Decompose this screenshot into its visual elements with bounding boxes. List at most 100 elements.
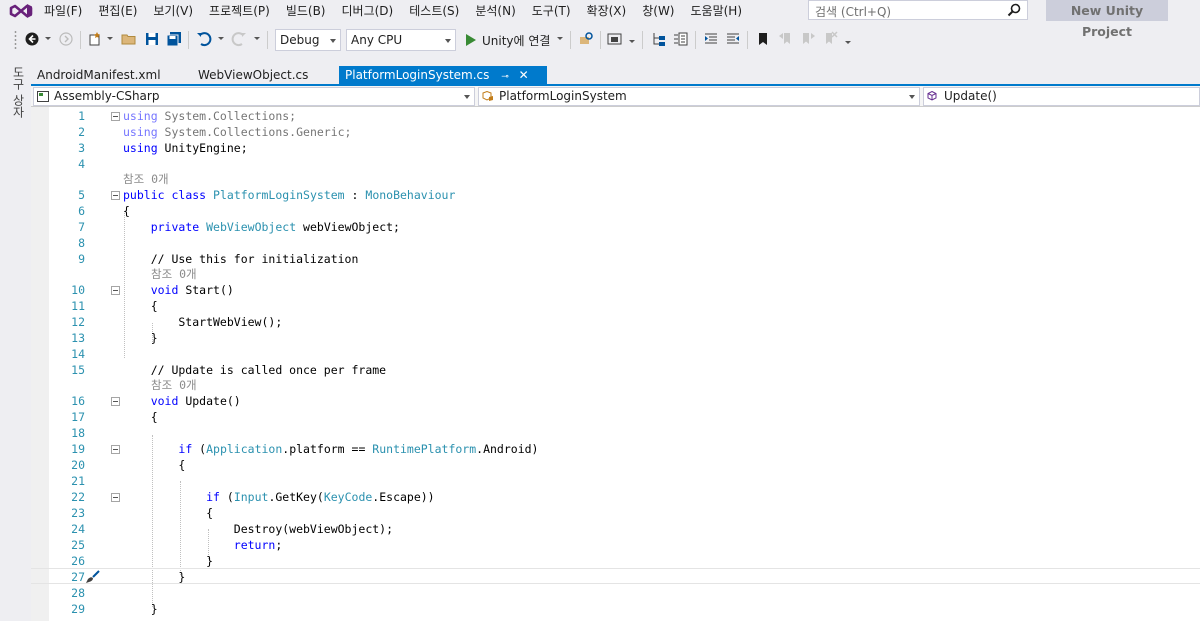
toolbar-separator xyxy=(695,31,696,49)
menu-view[interactable]: 보기(V) xyxy=(145,3,201,19)
code-line: 18 xyxy=(31,425,1200,441)
code-line: 14 xyxy=(31,346,1200,362)
menu-items: 파일(F) 편집(E) 보기(V) 프로젝트(P) 빌드(B) 디버그(D) 테… xyxy=(36,3,750,19)
menu-project[interactable]: 프로젝트(P) xyxy=(201,3,278,19)
collapse-icon[interactable] xyxy=(111,397,120,406)
codelens-references[interactable]: 참조 0개 xyxy=(31,171,1200,187)
toolbox-side-tab[interactable]: 도구 상자 xyxy=(10,66,27,118)
find-in-files-icon[interactable] xyxy=(577,30,595,48)
close-icon[interactable]: ✕ xyxy=(519,68,529,82)
toolbar-separator xyxy=(188,31,189,49)
attach-target-dropdown[interactable] xyxy=(557,37,563,40)
code-line: 13 } xyxy=(31,330,1200,346)
menu-help[interactable]: 도움말(H) xyxy=(683,3,751,19)
code-text: { xyxy=(123,410,158,424)
toolbar-separator xyxy=(642,31,643,49)
collapse-icon[interactable] xyxy=(111,286,120,295)
collapse-icon[interactable] xyxy=(111,191,120,200)
member-select[interactable]: Update() xyxy=(923,87,1200,106)
toolbar-separator xyxy=(267,31,268,49)
comment-lines-icon[interactable] xyxy=(702,30,720,48)
browser-link-icon[interactable] xyxy=(606,30,624,48)
code-text: if (Input.GetKey(KeyCode.Escape)) xyxy=(206,490,435,504)
code-editor[interactable]: 1 using System.Collections; 2 using Syst… xyxy=(31,107,1200,621)
project-select[interactable]: Assembly-CSharp xyxy=(33,87,475,106)
codelens-references[interactable]: 참조 0개 xyxy=(31,266,1200,282)
bookmark-icon[interactable] xyxy=(754,30,772,48)
clear-bookmarks-icon[interactable] xyxy=(821,30,839,48)
redo-icon[interactable] xyxy=(230,30,248,48)
new-project-icon[interactable] xyxy=(86,30,104,48)
code-text: using System.Collections.Generic; xyxy=(123,125,352,139)
document-outline-icon[interactable] xyxy=(672,30,690,48)
menu-test[interactable]: 테스트(S) xyxy=(401,3,467,19)
undo-icon[interactable] xyxy=(195,30,213,48)
line-number: 18 xyxy=(71,426,85,440)
search-icon xyxy=(1007,3,1021,17)
menu-tools[interactable]: 도구(T) xyxy=(524,3,579,19)
visual-studio-logo-icon[interactable] xyxy=(8,1,34,21)
line-number: 14 xyxy=(71,347,85,361)
previous-bookmark-icon[interactable] xyxy=(777,30,795,48)
undo-dropdown[interactable] xyxy=(218,37,224,40)
solution-configuration-value: Debug xyxy=(280,33,320,47)
redo-dropdown[interactable] xyxy=(254,37,260,40)
code-text: private WebViewObject webViewObject; xyxy=(150,220,400,234)
standard-toolbar: Debug Any CPU Unity에 연결 xyxy=(0,27,1200,53)
collapse-icon[interactable] xyxy=(111,445,120,454)
class-view-icon[interactable] xyxy=(650,30,668,48)
code-text: } xyxy=(123,602,158,616)
tab-label: WebViewObject.cs xyxy=(198,68,309,82)
csharp-project-icon xyxy=(37,91,49,102)
line-number: 19 xyxy=(71,442,85,456)
menu-window[interactable]: 창(W) xyxy=(634,3,682,19)
tab-webviewobject[interactable]: WebViewObject.cs xyxy=(192,66,314,85)
menu-build[interactable]: 빌드(B) xyxy=(278,3,334,19)
browser-link-dropdown[interactable] xyxy=(629,40,635,43)
code-line: 15 // Update is called once per frame xyxy=(31,362,1200,378)
solution-platform-select[interactable]: Any CPU xyxy=(346,29,456,51)
line-number: 26 xyxy=(71,554,85,568)
code-line: 9 // Use this for initialization xyxy=(31,251,1200,267)
line-number: 16 xyxy=(71,394,85,408)
code-text: { xyxy=(123,299,158,313)
attach-to-unity-button[interactable]: Unity에 연결 xyxy=(462,30,550,50)
new-project-dropdown[interactable] xyxy=(107,37,113,40)
code-line: 2 using System.Collections.Generic; xyxy=(31,124,1200,140)
tab-androidmanifest[interactable]: AndroidManifest.xml xyxy=(31,66,167,85)
menu-edit[interactable]: 편집(E) xyxy=(90,3,145,19)
code-line: 19 if (Application.platform == RuntimePl… xyxy=(31,441,1200,457)
code-text: { xyxy=(123,506,214,520)
toolbar-overflow-icon[interactable] xyxy=(845,41,851,44)
quick-actions-brush-icon[interactable] xyxy=(85,569,101,585)
current-code-line: 27 } xyxy=(31,568,1200,584)
navigate-back-dropdown[interactable] xyxy=(45,37,51,40)
navigate-back-icon[interactable] xyxy=(23,30,41,48)
solution-configuration-select[interactable]: Debug xyxy=(275,29,341,51)
uncomment-lines-icon[interactable] xyxy=(724,30,742,48)
line-number: 28 xyxy=(71,586,85,600)
menu-debug[interactable]: 디버그(D) xyxy=(334,3,402,19)
save-all-icon[interactable] xyxy=(165,30,183,48)
menu-file[interactable]: 파일(F) xyxy=(36,3,90,19)
navigate-forward-icon[interactable] xyxy=(57,30,75,48)
code-text: } xyxy=(123,331,158,345)
codelens-references[interactable]: 참조 0개 xyxy=(31,377,1200,393)
line-number: 21 xyxy=(71,474,85,488)
toolbar-grip[interactable] xyxy=(14,30,17,50)
next-bookmark-icon[interactable] xyxy=(799,30,817,48)
menu-extensions[interactable]: 확장(X) xyxy=(579,3,635,19)
chevron-down-icon xyxy=(445,39,451,43)
menu-analyze[interactable]: 분석(N) xyxy=(467,3,523,19)
line-number: 20 xyxy=(71,458,85,472)
line-number: 12 xyxy=(71,315,85,329)
search-input[interactable]: 검색 (Ctrl+Q) xyxy=(808,0,1028,20)
code-line: 17 { xyxy=(31,409,1200,425)
save-icon[interactable] xyxy=(143,30,161,48)
open-folder-icon[interactable] xyxy=(120,30,138,48)
type-select[interactable]: PlatformLoginSystem xyxy=(478,87,920,106)
collapse-icon[interactable] xyxy=(111,112,120,121)
pin-icon[interactable]: ⊸ xyxy=(501,72,509,82)
tab-platformloginsystem[interactable]: PlatformLoginSystem.cs ⊸ ✕ xyxy=(339,66,547,85)
collapse-icon[interactable] xyxy=(111,493,120,502)
